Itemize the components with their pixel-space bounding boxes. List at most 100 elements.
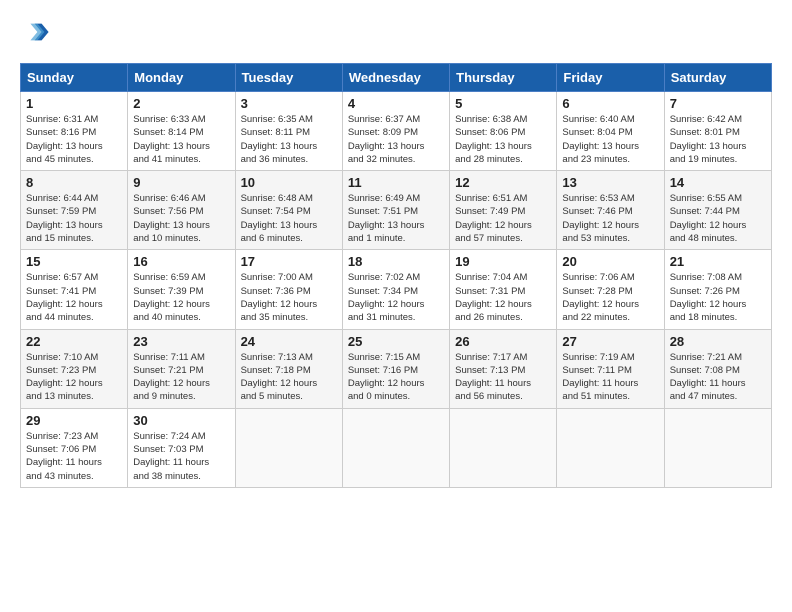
day-detail: Sunrise: 7:13 AM Sunset: 7:18 PM Dayligh… xyxy=(241,351,337,404)
day-number: 20 xyxy=(562,254,658,269)
calendar-week-row: 8 Sunrise: 6:44 AM Sunset: 7:59 PM Daylig… xyxy=(21,171,772,250)
day-detail: Sunrise: 6:37 AM Sunset: 8:09 PM Dayligh… xyxy=(348,113,444,166)
calendar-cell: 29 Sunrise: 7:23 AM Sunset: 7:06 PM Dayli… xyxy=(21,408,128,487)
calendar-cell: 5Sunrise: 6:38 AM Sunset: 8:06 PM Daylig… xyxy=(450,92,557,171)
calendar-cell: 20 Sunrise: 7:06 AM Sunset: 7:28 PM Dayli… xyxy=(557,250,664,329)
day-number: 23 xyxy=(133,334,229,349)
calendar-cell xyxy=(342,408,449,487)
day-number: 8 xyxy=(26,175,122,190)
calendar-cell: 1Sunrise: 6:31 AM Sunset: 8:16 PM Daylig… xyxy=(21,92,128,171)
calendar-table: SundayMondayTuesdayWednesdayThursdayFrid… xyxy=(20,63,772,488)
day-detail: Sunrise: 6:40 AM Sunset: 8:04 PM Dayligh… xyxy=(562,113,658,166)
day-detail: Sunrise: 7:02 AM Sunset: 7:34 PM Dayligh… xyxy=(348,271,444,324)
day-detail: Sunrise: 7:08 AM Sunset: 7:26 PM Dayligh… xyxy=(670,271,766,324)
calendar-cell: 16Sunrise: 6:59 AM Sunset: 7:39 PM Dayli… xyxy=(128,250,235,329)
calendar-week-row: 1Sunrise: 6:31 AM Sunset: 8:16 PM Daylig… xyxy=(21,92,772,171)
day-number: 25 xyxy=(348,334,444,349)
day-number: 14 xyxy=(670,175,766,190)
day-number: 26 xyxy=(455,334,551,349)
calendar-header-row: SundayMondayTuesdayWednesdayThursdayFrid… xyxy=(21,64,772,92)
day-number: 16 xyxy=(133,254,229,269)
day-detail: Sunrise: 7:21 AM Sunset: 7:08 PM Dayligh… xyxy=(670,351,766,404)
calendar-cell xyxy=(664,408,771,487)
calendar-week-row: 22Sunrise: 7:10 AM Sunset: 7:23 PM Dayli… xyxy=(21,329,772,408)
day-number: 2 xyxy=(133,96,229,111)
calendar-cell: 30 Sunrise: 7:24 AM Sunset: 7:03 PM Dayli… xyxy=(128,408,235,487)
day-detail: Sunrise: 7:00 AM Sunset: 7:36 PM Dayligh… xyxy=(241,271,337,324)
day-detail: Sunrise: 7:24 AM Sunset: 7:03 PM Dayligh… xyxy=(133,430,229,483)
day-number: 19 xyxy=(455,254,551,269)
day-number: 13 xyxy=(562,175,658,190)
calendar-cell: 2 Sunrise: 6:33 AM Sunset: 8:14 PM Daylig… xyxy=(128,92,235,171)
day-detail: Sunrise: 6:53 AM Sunset: 7:46 PM Dayligh… xyxy=(562,192,658,245)
day-header: Saturday xyxy=(664,64,771,92)
calendar-week-row: 15 Sunrise: 6:57 AM Sunset: 7:41 PM Dayli… xyxy=(21,250,772,329)
day-header: Monday xyxy=(128,64,235,92)
calendar-cell: 10 Sunrise: 6:48 AM Sunset: 7:54 PM Dayli… xyxy=(235,171,342,250)
day-number: 4 xyxy=(348,96,444,111)
day-detail: Sunrise: 6:44 AM Sunset: 7:59 PM Dayligh… xyxy=(26,192,122,245)
calendar-cell: 17Sunrise: 7:00 AM Sunset: 7:36 PM Dayli… xyxy=(235,250,342,329)
page: SundayMondayTuesdayWednesdayThursdayFrid… xyxy=(0,0,792,498)
day-number: 15 xyxy=(26,254,122,269)
day-number: 21 xyxy=(670,254,766,269)
day-detail: Sunrise: 7:19 AM Sunset: 7:11 PM Dayligh… xyxy=(562,351,658,404)
day-detail: Sunrise: 6:33 AM Sunset: 8:14 PM Dayligh… xyxy=(133,113,229,166)
day-detail: Sunrise: 6:49 AM Sunset: 7:51 PM Dayligh… xyxy=(348,192,444,245)
calendar-cell: 26 Sunrise: 7:17 AM Sunset: 7:13 PM Dayli… xyxy=(450,329,557,408)
calendar-cell: 11 Sunrise: 6:49 AM Sunset: 7:51 PM Dayli… xyxy=(342,171,449,250)
calendar-cell: 9 Sunrise: 6:46 AM Sunset: 7:56 PM Daylig… xyxy=(128,171,235,250)
day-number: 29 xyxy=(26,413,122,428)
day-number: 7 xyxy=(670,96,766,111)
calendar-cell: 12 Sunrise: 6:51 AM Sunset: 7:49 PM Dayli… xyxy=(450,171,557,250)
calendar-cell: 24Sunrise: 7:13 AM Sunset: 7:18 PM Dayli… xyxy=(235,329,342,408)
day-detail: Sunrise: 6:55 AM Sunset: 7:44 PM Dayligh… xyxy=(670,192,766,245)
calendar-cell: 13 Sunrise: 6:53 AM Sunset: 7:46 PM Dayli… xyxy=(557,171,664,250)
day-number: 12 xyxy=(455,175,551,190)
calendar-cell: 25 Sunrise: 7:15 AM Sunset: 7:16 PM Dayli… xyxy=(342,329,449,408)
day-detail: Sunrise: 7:17 AM Sunset: 7:13 PM Dayligh… xyxy=(455,351,551,404)
calendar-cell: 4 Sunrise: 6:37 AM Sunset: 8:09 PM Daylig… xyxy=(342,92,449,171)
day-header: Tuesday xyxy=(235,64,342,92)
calendar-week-row: 29 Sunrise: 7:23 AM Sunset: 7:06 PM Dayli… xyxy=(21,408,772,487)
calendar-cell: 6 Sunrise: 6:40 AM Sunset: 8:04 PM Daylig… xyxy=(557,92,664,171)
day-detail: Sunrise: 7:11 AM Sunset: 7:21 PM Dayligh… xyxy=(133,351,229,404)
day-number: 9 xyxy=(133,175,229,190)
day-number: 27 xyxy=(562,334,658,349)
calendar-cell xyxy=(557,408,664,487)
calendar-cell xyxy=(235,408,342,487)
day-detail: Sunrise: 6:42 AM Sunset: 8:01 PM Dayligh… xyxy=(670,113,766,166)
day-number: 5 xyxy=(455,96,551,111)
day-number: 30 xyxy=(133,413,229,428)
calendar-cell: 19 Sunrise: 7:04 AM Sunset: 7:31 PM Dayli… xyxy=(450,250,557,329)
header xyxy=(20,18,772,51)
day-number: 22 xyxy=(26,334,122,349)
calendar-cell: 3Sunrise: 6:35 AM Sunset: 8:11 PM Daylig… xyxy=(235,92,342,171)
day-detail: Sunrise: 6:51 AM Sunset: 7:49 PM Dayligh… xyxy=(455,192,551,245)
calendar-cell: 28 Sunrise: 7:21 AM Sunset: 7:08 PM Dayli… xyxy=(664,329,771,408)
day-detail: Sunrise: 6:46 AM Sunset: 7:56 PM Dayligh… xyxy=(133,192,229,245)
day-detail: Sunrise: 7:15 AM Sunset: 7:16 PM Dayligh… xyxy=(348,351,444,404)
day-detail: Sunrise: 7:04 AM Sunset: 7:31 PM Dayligh… xyxy=(455,271,551,324)
calendar-cell: 21 Sunrise: 7:08 AM Sunset: 7:26 PM Dayli… xyxy=(664,250,771,329)
day-number: 11 xyxy=(348,175,444,190)
day-number: 18 xyxy=(348,254,444,269)
day-number: 10 xyxy=(241,175,337,190)
day-number: 6 xyxy=(562,96,658,111)
day-detail: Sunrise: 6:48 AM Sunset: 7:54 PM Dayligh… xyxy=(241,192,337,245)
day-header: Wednesday xyxy=(342,64,449,92)
day-detail: Sunrise: 7:23 AM Sunset: 7:06 PM Dayligh… xyxy=(26,430,122,483)
calendar-cell: 18 Sunrise: 7:02 AM Sunset: 7:34 PM Dayli… xyxy=(342,250,449,329)
day-detail: Sunrise: 7:06 AM Sunset: 7:28 PM Dayligh… xyxy=(562,271,658,324)
day-header: Friday xyxy=(557,64,664,92)
logo xyxy=(20,18,50,51)
calendar-cell: 27 Sunrise: 7:19 AM Sunset: 7:11 PM Dayli… xyxy=(557,329,664,408)
day-detail: Sunrise: 6:57 AM Sunset: 7:41 PM Dayligh… xyxy=(26,271,122,324)
day-detail: Sunrise: 6:31 AM Sunset: 8:16 PM Dayligh… xyxy=(26,113,122,166)
calendar-cell: 22Sunrise: 7:10 AM Sunset: 7:23 PM Dayli… xyxy=(21,329,128,408)
day-number: 3 xyxy=(241,96,337,111)
calendar-cell: 15 Sunrise: 6:57 AM Sunset: 7:41 PM Dayli… xyxy=(21,250,128,329)
day-number: 28 xyxy=(670,334,766,349)
logo-icon xyxy=(22,18,50,46)
calendar-cell: 7 Sunrise: 6:42 AM Sunset: 8:01 PM Daylig… xyxy=(664,92,771,171)
